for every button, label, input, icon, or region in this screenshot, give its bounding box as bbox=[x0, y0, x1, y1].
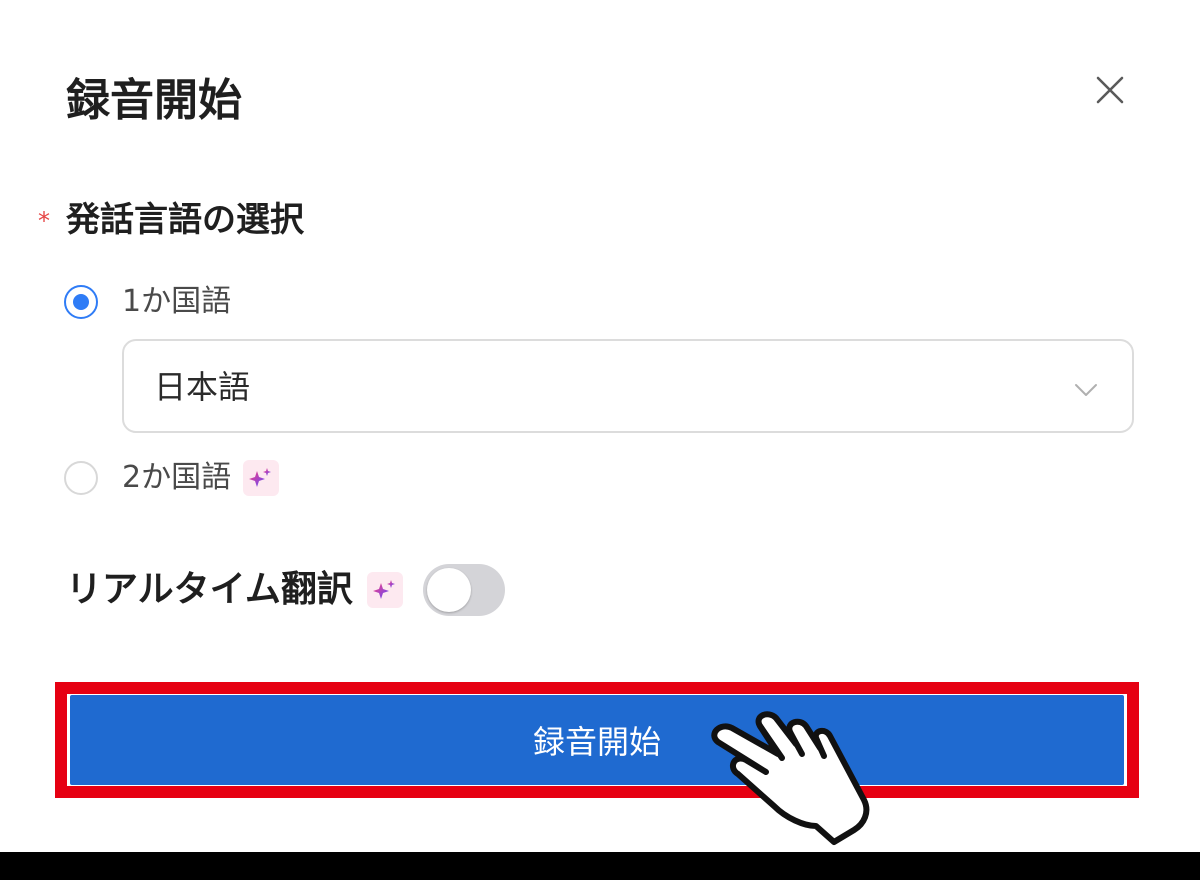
language-select[interactable]: 日本語 bbox=[122, 339, 1134, 433]
language-section-label: 発話言語の選択 bbox=[66, 200, 304, 240]
realtime-translation-toggle[interactable] bbox=[422, 564, 505, 616]
radio-option-two-languages[interactable]: 2か国語 bbox=[64, 456, 280, 500]
radio-option-one-language[interactable]: 1か国語 bbox=[64, 280, 231, 324]
close-icon bbox=[1096, 76, 1124, 104]
start-recording-button[interactable]: 録音開始 bbox=[70, 695, 1124, 785]
realtime-translation-label: リアルタイム翻訳 bbox=[66, 569, 353, 610]
radio-button-checked[interactable] bbox=[64, 285, 98, 319]
required-mark: * bbox=[38, 207, 50, 235]
toggle-knob bbox=[426, 568, 471, 612]
realtime-translation-row: リアルタイム翻訳 bbox=[66, 560, 505, 620]
ai-sparkle-icon bbox=[366, 572, 403, 608]
record-start-dialog: 録音開始 * 発話言語の選択 1か国語 日本語 2か国語 リアルタイム翻訳 録音… bbox=[0, 0, 1200, 852]
radio-button-unchecked[interactable] bbox=[64, 461, 98, 495]
radio-option-label: 1か国語 bbox=[122, 284, 232, 319]
ai-sparkle-icon bbox=[243, 460, 280, 496]
radio-option-label: 2か国語 bbox=[122, 460, 232, 495]
close-button[interactable] bbox=[1086, 66, 1134, 114]
language-select-value: 日本語 bbox=[154, 368, 251, 406]
chevron-down-icon bbox=[1075, 384, 1097, 396]
dialog-title: 録音開始 bbox=[66, 75, 242, 126]
